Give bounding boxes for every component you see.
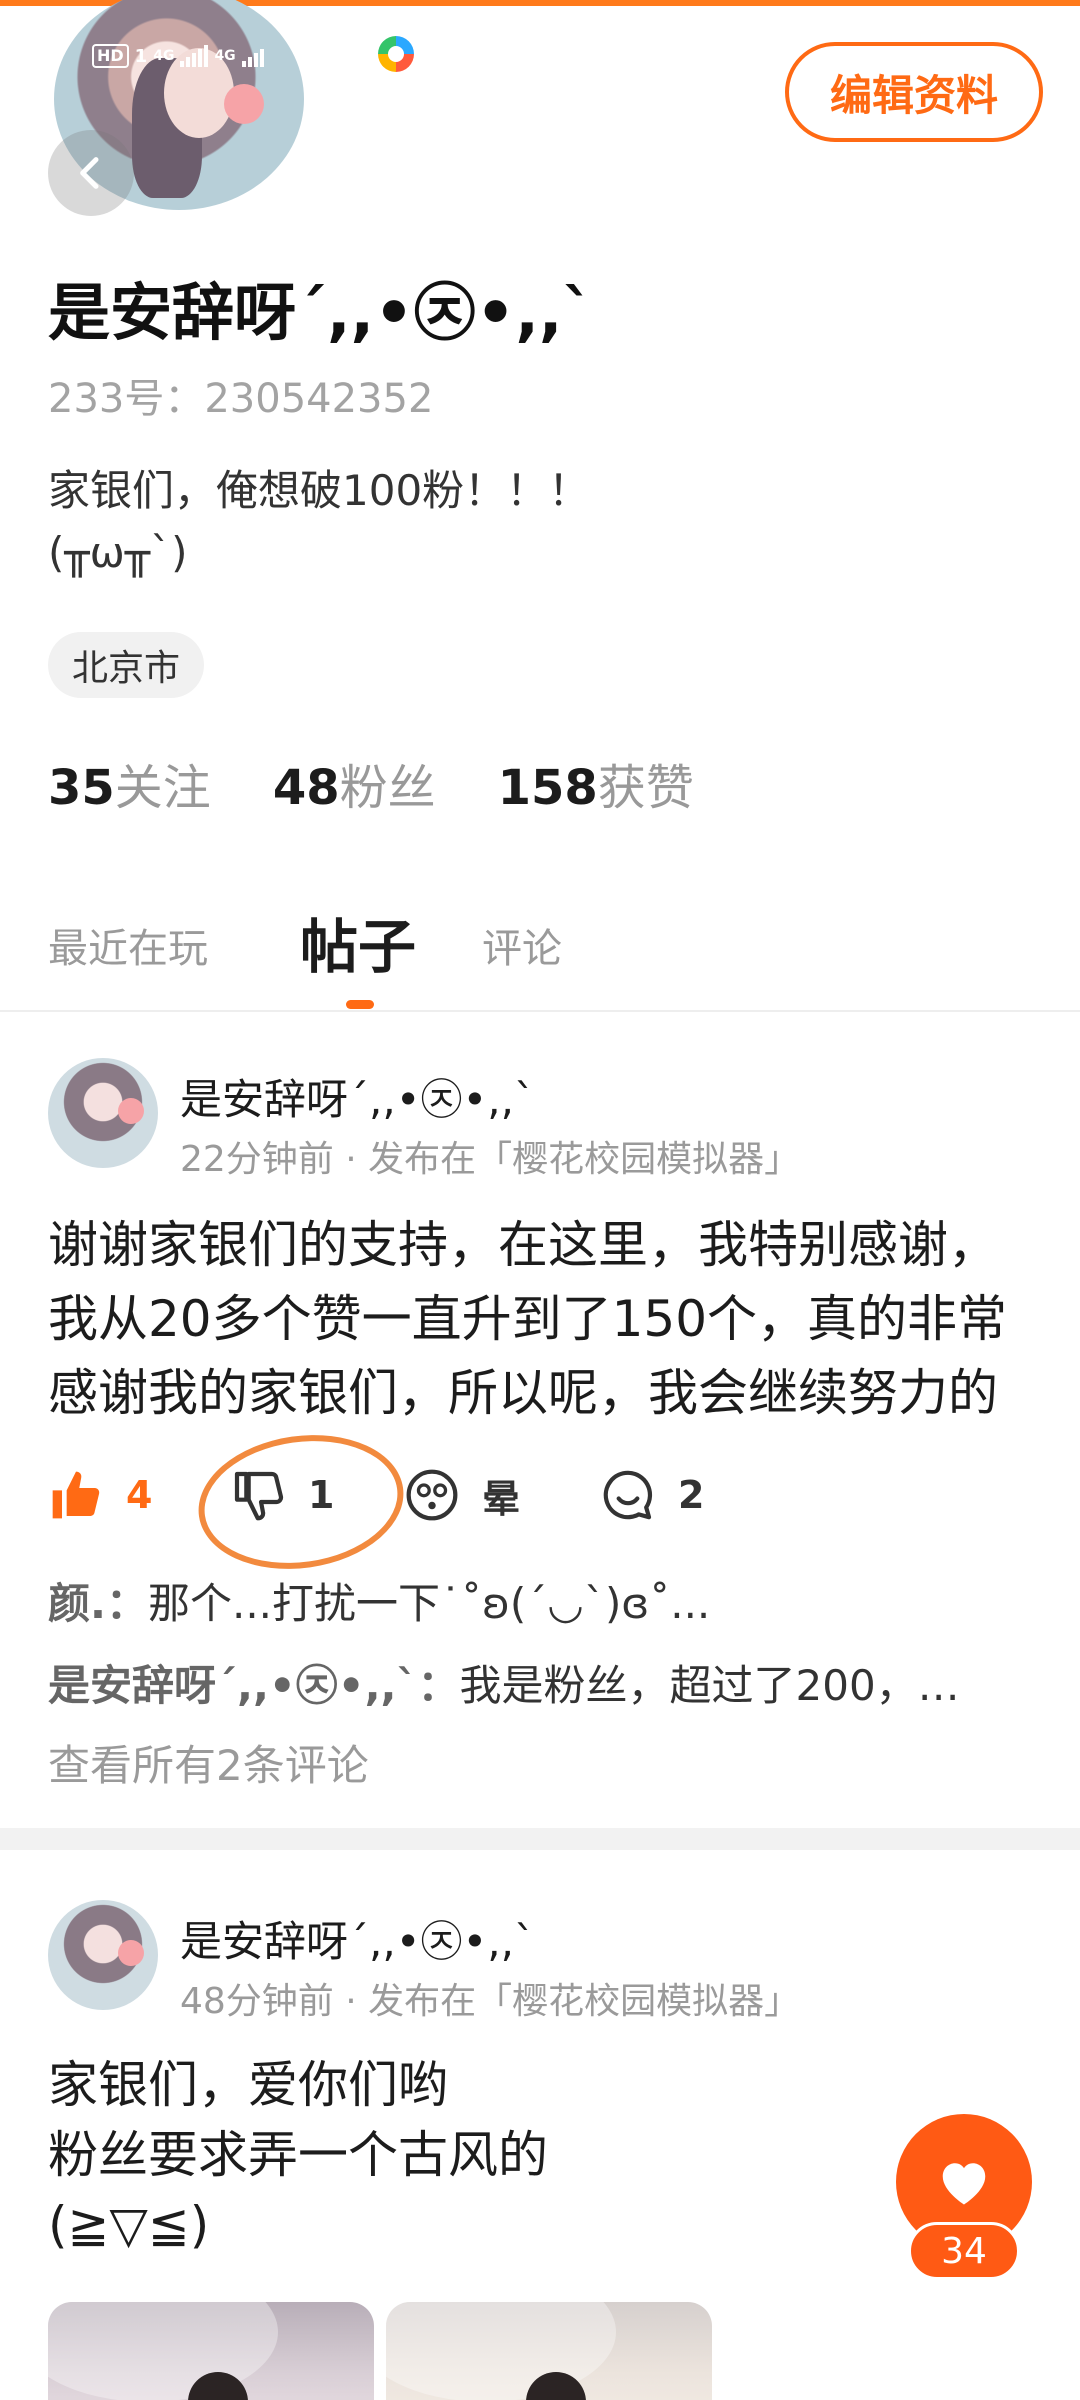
heart-icon [942, 2163, 986, 2205]
post-meta: 22分钟前 · 发布在「樱花校园模拟器」 [180, 1139, 801, 1180]
post-body[interactable]: 谢谢家银们的支持，在这里，我特别感谢，我从20多个赞一直升到了150个，真的非常… [48, 1208, 1028, 1430]
back-icon [80, 157, 99, 189]
location-tag: 北京市 [48, 632, 205, 698]
hd-badge: HD [92, 44, 129, 68]
status-bar-left: HD 1 4G 4G [92, 38, 264, 74]
following-stat[interactable]: 35 关注 [48, 748, 211, 818]
likes-received-stat[interactable]: 158 获赞 [498, 748, 694, 818]
comment-text: 我是粉丝，超过了200，… [459, 1661, 960, 1710]
annotation-circle [189, 1422, 413, 1582]
dizzy-reaction-button[interactable]: 晕 [404, 1455, 520, 1535]
like-count: 4 [126, 1473, 153, 1517]
back-button[interactable] [48, 130, 134, 216]
edit-profile-button[interactable]: 编辑资料 [785, 42, 1043, 142]
comment-button[interactable]: 2 [600, 1455, 704, 1535]
comment-author: 是安辞呀´,,•㉨•,,`： [48, 1661, 460, 1710]
comment-icon [603, 1470, 653, 1520]
thumbs-up-icon [52, 1471, 100, 1519]
post-author-avatar[interactable] [48, 1058, 158, 1168]
view-all-comments-link[interactable]: 查看所有2条评论 [48, 1732, 369, 1793]
fab-like-count: 34 [908, 2222, 1020, 2280]
tabs-divider [0, 1010, 1080, 1012]
post-author-name[interactable]: 是安辞呀´,,•㉨•,,` [180, 1066, 535, 1127]
stat-number: 48 [272, 760, 340, 816]
followers-stat[interactable]: 48 粉丝 [273, 748, 436, 818]
stat-number: 158 [497, 760, 598, 816]
comment-text: 那个...打扰一下˙˚ʚ(´◡`)ɞ˚... [147, 1579, 711, 1628]
tab-recently-played[interactable]: 最近在玩 [48, 916, 208, 974]
sim-indicator: 1 [134, 45, 148, 67]
post-image-gallery [48, 2302, 712, 2400]
app-notification-icon [378, 36, 414, 72]
avatar-flower [224, 84, 264, 124]
comment-preview[interactable]: 是安辞呀´,,•㉨•,,`：我是粉丝，超过了200，… [48, 1652, 1028, 1713]
dizzy-icon [406, 1469, 458, 1521]
dizzy-label: 晕 [482, 1476, 521, 1521]
profile-stats: 35 关注 48 粉丝 158 获赞 [48, 748, 694, 818]
post-separator [0, 1828, 1080, 1850]
network-type-2: 4G [214, 48, 236, 64]
post-body[interactable]: 家银们，爱你们哟 粉丝要求弄一个古风的 (≧▽≦) [48, 2050, 1028, 2260]
profile-id: 233号：230542352 [48, 376, 434, 422]
stat-label: 关注 [114, 760, 211, 816]
post-actions: 4 1 晕 2 [48, 1455, 1028, 1535]
stat-number: 35 [48, 760, 115, 816]
tab-posts[interactable]: 帖子 [300, 900, 416, 984]
comment-author: 颜.： [48, 1579, 148, 1628]
tab-comments[interactable]: 评论 [482, 916, 562, 974]
post-author-name[interactable]: 是安辞呀´,,•㉨•,,` [180, 1908, 535, 1969]
post-author-avatar[interactable] [48, 1900, 158, 2010]
signal-icon [241, 45, 264, 67]
comment-preview[interactable]: 颜.：那个...打扰一下˙˚ʚ(´◡`)ɞ˚... [48, 1570, 1028, 1631]
like-button[interactable]: 4 [48, 1455, 152, 1535]
profile-tabs: 最近在玩 帖子 评论 [48, 900, 1048, 1010]
stat-label: 获赞 [597, 760, 694, 816]
signal-icon [180, 45, 209, 67]
profile-name: 是安辞呀´,,•㉨•,,` [48, 276, 594, 349]
profile-bio: 家银们，俺想破100粉！！！ (╥ω╥`) [48, 466, 591, 577]
comment-count: 2 [678, 1473, 705, 1517]
post-image[interactable] [386, 2302, 712, 2400]
post-meta: 48分钟前 · 发布在「樱花校园模拟器」 [180, 1981, 801, 2022]
stat-label: 粉丝 [339, 760, 436, 816]
network-type-1: 4G [153, 48, 175, 64]
post-image[interactable] [48, 2302, 374, 2400]
active-tab-indicator [346, 1000, 374, 1009]
